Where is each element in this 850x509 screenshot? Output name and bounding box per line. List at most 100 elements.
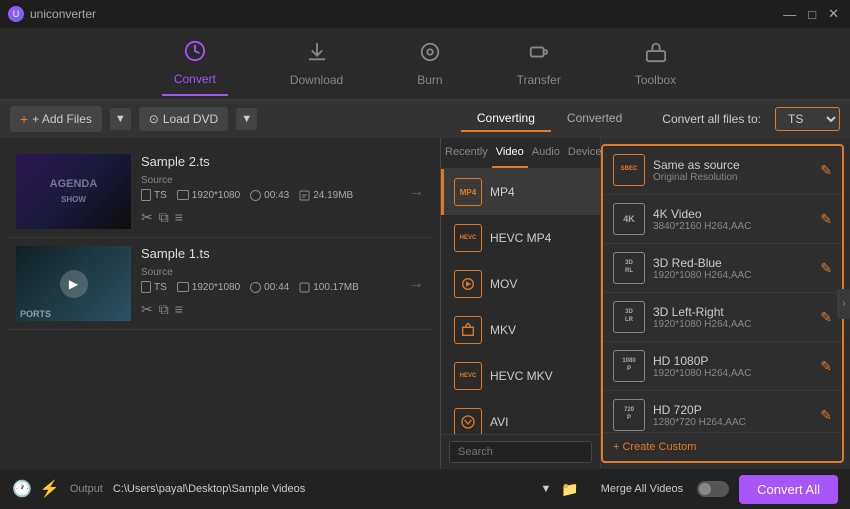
file-resolution: 1920*1080 [177, 190, 240, 201]
cut-button[interactable]: ✂ [141, 301, 153, 318]
convert-all-label: Convert all files to: [662, 112, 761, 126]
play-button-thumb[interactable]: ▶ [60, 270, 88, 298]
format-hevc-mkv[interactable]: HEVC HEVC MKV [441, 353, 600, 399]
resolution-3d-left-right[interactable]: 3DLR 3D Left-Right 1920*1080 H264,AAC ✎ [603, 293, 842, 342]
tab-recently[interactable]: Recently [441, 138, 492, 168]
format-items: MP4 MP4 HEVC HEVC MP4 MOV [441, 169, 600, 434]
tab-device[interactable]: Device [564, 138, 606, 168]
resolution-hd-1080p[interactable]: 1080P HD 1080P 1920*1080 H264,AAC ✎ [603, 342, 842, 391]
file-meta-row: TS 1920*1080 00:44 100.17MB [141, 281, 394, 293]
3d-rb-icon: 3DRL [613, 252, 645, 284]
minimize-button[interactable]: — [780, 7, 799, 22]
close-button[interactable]: ✕ [825, 6, 842, 22]
file-item: ▶ PORTS Sample 1.ts Source TS 1920*1080 [8, 238, 432, 330]
resolution-info: 4K Video 3840*2160 H264,AAC [653, 207, 812, 232]
mkv-icon [454, 316, 482, 344]
4k-icon: 4K [613, 203, 645, 235]
app-title: uniconverter [30, 7, 96, 21]
nav-label-download: Download [290, 73, 343, 87]
plus-icon: + [20, 111, 28, 127]
settings-button[interactable]: ≡ [175, 301, 183, 318]
file-size: 24.19MB [299, 190, 353, 201]
nav-item-convert[interactable]: Convert [162, 32, 228, 96]
load-dvd-dropdown[interactable]: ▼ [236, 108, 257, 130]
copy-button[interactable]: ⧉ [159, 301, 169, 318]
res-name: 4K Video [653, 207, 812, 221]
format-mkv-label: MKV [490, 323, 516, 337]
nav-item-transfer[interactable]: Transfer [505, 33, 573, 95]
download-icon [306, 41, 328, 69]
nav-item-burn[interactable]: Burn [405, 33, 454, 95]
hevc-mkv-icon: HEVC [454, 362, 482, 390]
file-list: AGENDASHOW Sample 2.ts Source TS 1920*10… [0, 138, 440, 469]
format-mov-label: MOV [490, 277, 517, 291]
res-name: HD 1080P [653, 354, 812, 368]
resolution-3d-red-blue[interactable]: 3DRL 3D Red-Blue 1920*1080 H264,AAC ✎ [603, 244, 842, 293]
edit-icon[interactable]: ✎ [820, 358, 832, 375]
window-controls[interactable]: — □ ✕ [780, 6, 842, 22]
resolution-same-as-source[interactable]: SBEC Same as source Original Resolution … [603, 146, 842, 195]
dvd-icon: ⊙ [149, 112, 159, 126]
file-meta-label: Source [141, 175, 394, 186]
convert-all-button[interactable]: Convert All [739, 475, 838, 504]
lightning-icon[interactable]: ⚡ [40, 479, 60, 499]
tab-converted[interactable]: Converted [551, 106, 638, 132]
mov-icon [454, 270, 482, 298]
add-files-button[interactable]: + + Add Files [10, 106, 102, 132]
tab-converting[interactable]: Converting [461, 106, 551, 132]
mp4-icon: MP4 [454, 178, 482, 206]
add-files-dropdown[interactable]: ▼ [110, 108, 131, 130]
edit-icon[interactable]: ✎ [820, 162, 832, 179]
app-logo: U uniconverter [8, 6, 96, 22]
file-size: 100.17MB [299, 282, 359, 293]
cut-button[interactable]: ✂ [141, 209, 153, 226]
panel-close-button[interactable]: › [837, 289, 850, 319]
format-mkv[interactable]: MKV [441, 307, 600, 353]
settings-button[interactable]: ≡ [175, 209, 183, 226]
edit-icon[interactable]: ✎ [820, 211, 832, 228]
resolution-hd-720p[interactable]: 720P HD 720P 1280*720 H264,AAC ✎ [603, 391, 842, 432]
res-spec: 1920*1080 H264,AAC [653, 319, 812, 330]
format-mp4[interactable]: MP4 MP4 [441, 169, 600, 215]
file-thumbnail: ▶ PORTS [16, 246, 131, 321]
edit-icon[interactable]: ✎ [820, 407, 832, 424]
resolution-4k[interactable]: 4K 4K Video 3840*2160 H264,AAC ✎ [603, 195, 842, 244]
res-spec: 1280*720 H264,AAC [653, 417, 812, 428]
merge-all-label: Merge All Videos [601, 483, 683, 495]
output-dropdown-arrow[interactable]: ▼ [540, 483, 551, 495]
format-hevc-mkv-label: HEVC MKV [490, 369, 553, 383]
format-hevc-mp4[interactable]: HEVC HEVC MP4 [441, 215, 600, 261]
create-custom-button[interactable]: + Create Custom [603, 432, 842, 461]
resolution-info: HD 720P 1280*720 H264,AAC [653, 403, 812, 428]
tab-video[interactable]: Video [492, 138, 528, 168]
burn-icon [419, 41, 441, 69]
hevc-mp4-icon: HEVC [454, 224, 482, 252]
convert-all-select[interactable]: TS MP4 MKV [775, 107, 840, 131]
format-search-input[interactable] [449, 441, 592, 463]
res-spec: 3840*2160 H264,AAC [653, 221, 812, 232]
edit-icon[interactable]: ✎ [820, 260, 832, 277]
folder-icon[interactable]: 📁 [561, 481, 578, 498]
nav-label-burn: Burn [417, 73, 442, 87]
res-spec: 1920*1080 H264,AAC [653, 270, 812, 281]
format-mov[interactable]: MOV [441, 261, 600, 307]
merge-toggle[interactable] [697, 481, 729, 497]
resolution-info: 3D Left-Right 1920*1080 H264,AAC [653, 305, 812, 330]
arrow-icon: → [408, 183, 424, 201]
nav-item-toolbox[interactable]: Toolbox [623, 33, 688, 95]
nav-item-download[interactable]: Download [278, 33, 355, 95]
file-duration: 00:43 [250, 190, 289, 201]
format-list: Recently Video Audio Device MP4 MP4 HEVC… [441, 138, 601, 469]
format-panel: Recently Video Audio Device MP4 MP4 HEVC… [440, 138, 850, 469]
maximize-button[interactable]: □ [805, 7, 819, 22]
copy-button[interactable]: ⧉ [159, 209, 169, 226]
edit-icon[interactable]: ✎ [820, 309, 832, 326]
load-dvd-button[interactable]: ⊙ Load DVD [139, 107, 228, 131]
clock-icon[interactable]: 🕐 [12, 479, 32, 499]
load-dvd-label: Load DVD [163, 112, 218, 126]
format-avi[interactable]: AVI [441, 399, 600, 434]
nav-label-transfer: Transfer [517, 73, 561, 87]
convert-icon [184, 40, 206, 68]
file-format: TS [141, 189, 167, 201]
tab-audio[interactable]: Audio [528, 138, 564, 168]
